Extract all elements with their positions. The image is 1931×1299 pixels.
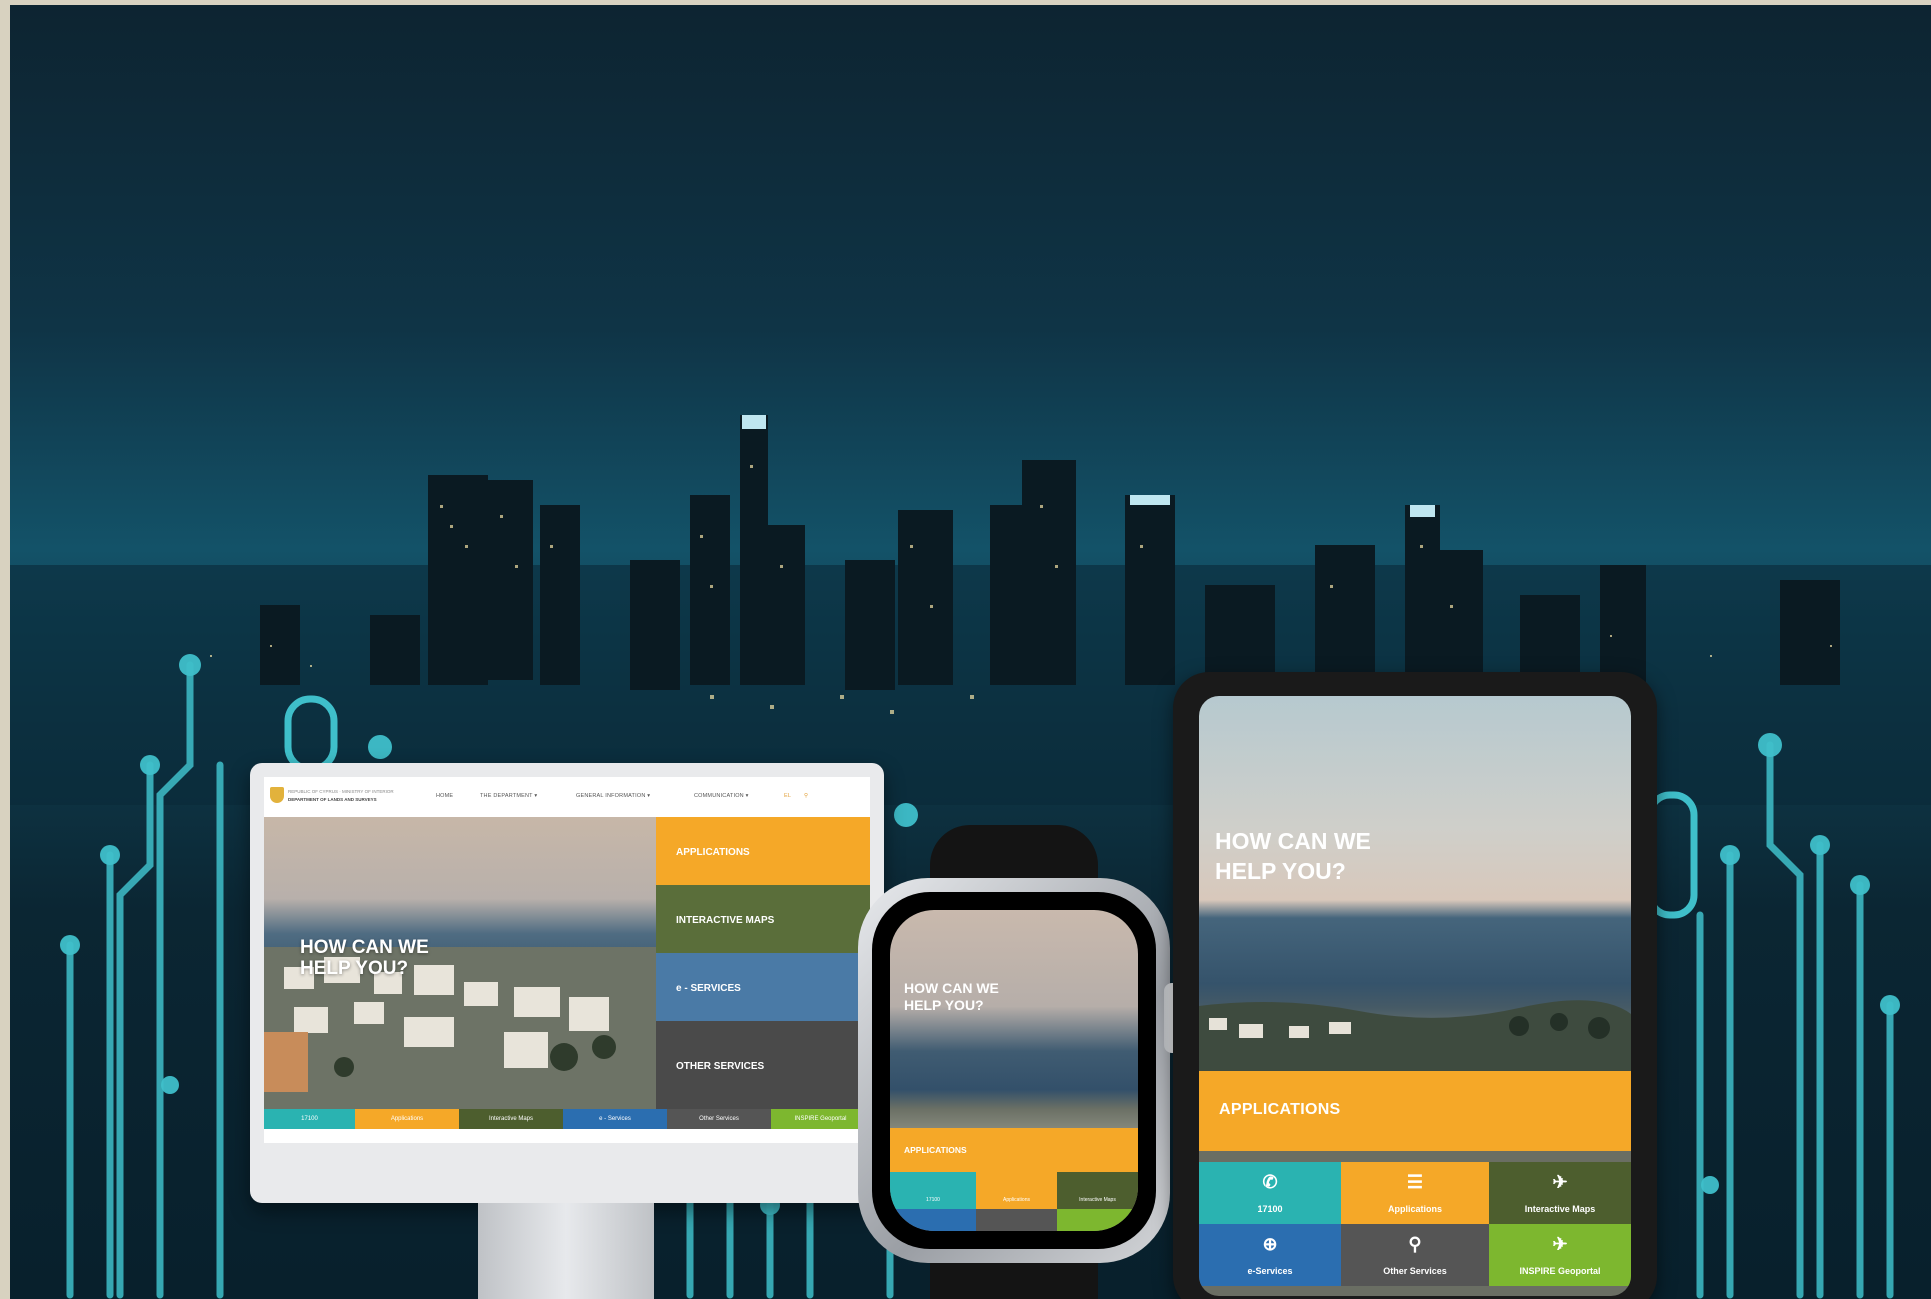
smartwatch: HOW CAN WE HELP YOU? APPLICATIONS 17100 …	[858, 878, 1186, 1263]
watch-applications-button[interactable]: APPLICATIONS	[890, 1128, 1138, 1172]
tile-interactive-maps[interactable]: INTERACTIVE MAPS	[656, 885, 870, 953]
site-header: REPUBLIC OF CYPRUS · MINISTRY OF INTERIO…	[264, 777, 870, 818]
tablet-cell-phone[interactable]: ✆ 17100	[1199, 1162, 1341, 1224]
tile-label: e - SERVICES	[676, 983, 741, 994]
tablet-cell-other-services[interactable]: ⚲ Other Services	[1341, 1224, 1489, 1286]
globe-icon: ⊕	[1262, 1234, 1278, 1254]
map-icon: ✈	[1552, 1172, 1568, 1192]
tablet-cell-e-services[interactable]: ⊕ e-Services	[1199, 1224, 1341, 1286]
tablet-cell-label: Applications	[1387, 1204, 1442, 1214]
watch-cell-inspire-geoportal[interactable]	[1057, 1209, 1138, 1231]
tile-label: INTERACTIVE MAPS	[676, 915, 775, 926]
quick-link-interactive-maps[interactable]: Interactive Maps	[459, 1109, 563, 1129]
tablet-applications-label: APPLICATIONS	[1219, 1101, 1341, 1118]
quick-link-e-services[interactable]: e - Services	[563, 1109, 667, 1129]
search-icon[interactable]: ⚲	[804, 793, 808, 799]
tablet-cell-applications[interactable]: ☰ Applications	[1341, 1162, 1489, 1224]
quick-link-applications[interactable]: Applications	[355, 1109, 459, 1129]
document-icon: ☰	[1406, 1172, 1424, 1192]
org-name-line2: DEPARTMENT OF LANDS AND SURVEYS	[288, 797, 377, 802]
quick-links-strip: 17100 Applications Interactive Maps e - …	[264, 1109, 870, 1129]
hero-title: HOW CAN WE HELP YOU?	[300, 937, 429, 979]
tablet-hero-title: HOW CAN WE HELP YOU?	[1215, 828, 1371, 884]
quick-link-inspire-geoportal[interactable]: INSPIRE Geoportal	[771, 1109, 870, 1129]
tablet-applications-button[interactable]: APPLICATIONS	[1199, 1071, 1631, 1151]
tile-label: OTHER SERVICES	[676, 1061, 765, 1072]
geoportal-icon: ✈	[1552, 1234, 1568, 1254]
tablet-cell-label: 17100	[1257, 1204, 1283, 1214]
nav-communication[interactable]: COMMUNICATION ▾	[694, 793, 749, 799]
watch-cell-phone[interactable]: 17100	[890, 1172, 976, 1209]
watch-cell-applications[interactable]: Applications	[976, 1172, 1057, 1209]
watch-hero-title: HOW CAN WE HELP YOU?	[904, 980, 999, 1013]
desktop-screen: REPUBLIC OF CYPRUS · MINISTRY OF INTERIO…	[264, 777, 870, 1143]
desktop-monitor: REPUBLIC OF CYPRUS · MINISTRY OF INTERIO…	[250, 763, 884, 1299]
nav-home[interactable]: HOME	[436, 793, 453, 799]
tile-e-services[interactable]: e - SERVICES	[656, 953, 870, 1021]
tile-label: APPLICATIONS	[676, 847, 750, 858]
monitor-stand	[478, 1203, 654, 1299]
watch-applications-label: APPLICATIONS	[904, 1145, 967, 1155]
watch-screen: HOW CAN WE HELP YOU? APPLICATIONS 17100 …	[890, 910, 1138, 1231]
quick-link-other-services[interactable]: Other Services	[667, 1109, 771, 1129]
watch-cell-label: 17100	[926, 1197, 940, 1203]
tablet-screen: HOW CAN WE HELP YOU? APPLICATIONS ✆ 1710…	[1199, 696, 1631, 1296]
tablet-cell-label: Other Services	[1383, 1266, 1447, 1276]
watch-cell-label: Applications	[1003, 1197, 1030, 1203]
tablet-cell-label: e-Services	[1247, 1266, 1293, 1276]
tablet-cell-inspire-geoportal[interactable]: ✈ INSPIRE Geoportal	[1489, 1224, 1631, 1286]
nav-the-department[interactable]: THE DEPARTMENT ▾	[480, 793, 537, 799]
cyprus-emblem-logo[interactable]	[270, 787, 284, 803]
tile-other-services[interactable]: OTHER SERVICES	[656, 1021, 870, 1109]
tablet-device: HOW CAN WE HELP YOU? APPLICATIONS ✆ 1710…	[1173, 672, 1657, 1299]
tablet-cell-label: Interactive Maps	[1524, 1204, 1596, 1214]
tablet-cell-label: INSPIRE Geoportal	[1519, 1266, 1601, 1276]
coastline-image	[1199, 1000, 1631, 1076]
watch-cell-label: Interactive Maps	[1079, 1197, 1116, 1203]
quick-link-phone[interactable]: 17100	[264, 1109, 355, 1129]
watch-cell-interactive-maps[interactable]: Interactive Maps	[1057, 1172, 1138, 1209]
nav-general-information[interactable]: GENERAL INFORMATION ▾	[576, 793, 650, 799]
background-scene: REPUBLIC OF CYPRUS · MINISTRY OF INTERIO…	[10, 5, 1931, 1299]
language-switch[interactable]: EL	[784, 793, 791, 799]
tablet-cell-interactive-maps[interactable]: ✈ Interactive Maps	[1489, 1162, 1631, 1224]
phone-icon: ✆	[1262, 1172, 1278, 1192]
watch-cell-e-services[interactable]	[890, 1209, 976, 1231]
tile-applications[interactable]: APPLICATIONS	[656, 817, 870, 885]
services-icon: ⚲	[1408, 1234, 1422, 1254]
watch-cell-other-services[interactable]	[976, 1209, 1057, 1231]
org-name-line1: REPUBLIC OF CYPRUS · MINISTRY OF INTERIO…	[288, 789, 394, 794]
